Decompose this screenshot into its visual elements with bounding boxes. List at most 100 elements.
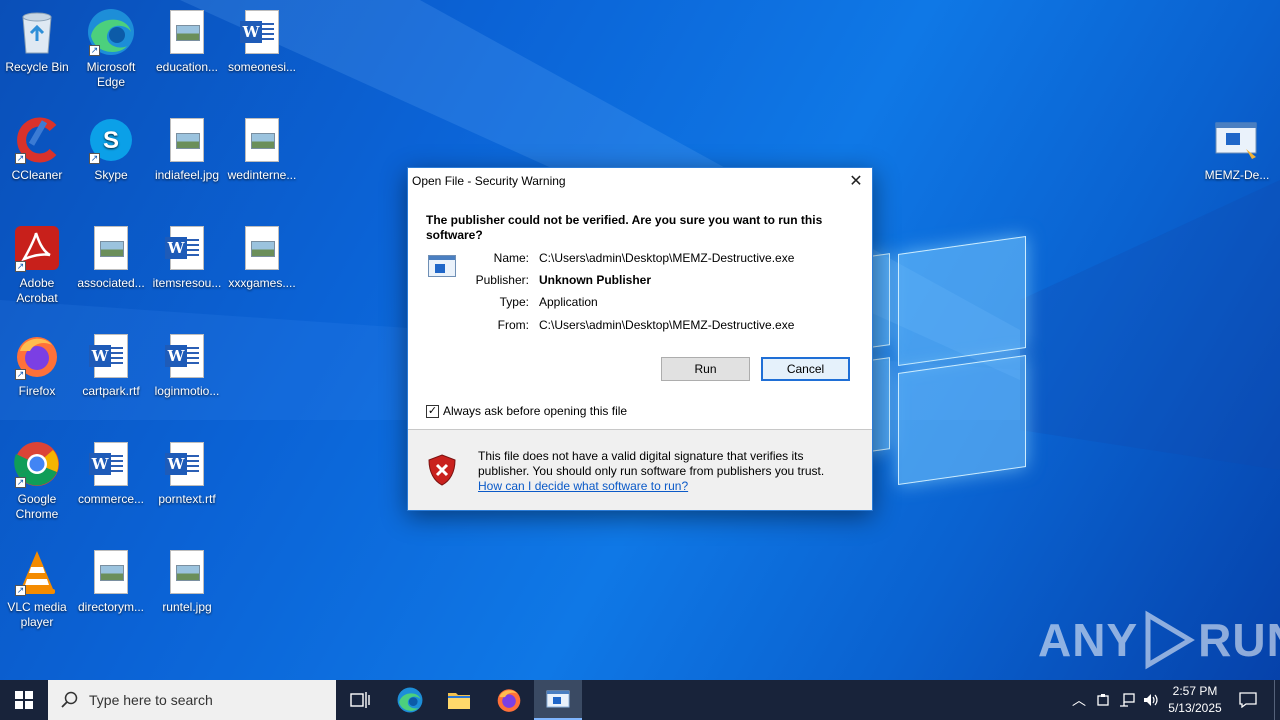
taskbar-file-explorer[interactable]: [434, 680, 484, 720]
desktop-icon-label: MEMZ-De...: [1204, 168, 1270, 182]
usb-device-icon: [1097, 694, 1109, 706]
image-file-icon: [163, 8, 211, 56]
firefox-icon: ↗: [13, 332, 61, 380]
name-label: Name:: [493, 251, 529, 265]
publisher-label: Publisher:: [475, 273, 529, 287]
watermark-text-left: ANY: [1038, 614, 1139, 666]
help-link[interactable]: How can I decide what software to run?: [478, 479, 848, 494]
word-document-icon: W: [163, 224, 211, 272]
desktop-icon-microsoft-edge[interactable]: ↗ Microsoft Edge: [74, 8, 148, 90]
word-document-icon: W: [238, 8, 286, 56]
desktop-icon-wedinterne[interactable]: wedinterne...: [225, 116, 299, 183]
anyrun-watermark: ANY RUN: [1038, 610, 1280, 670]
ccleaner-icon: ↗: [13, 116, 61, 164]
shortcut-arrow-icon: ↗: [15, 477, 26, 488]
play-triangle-icon: [1145, 610, 1196, 670]
cancel-button[interactable]: Cancel: [761, 357, 850, 381]
desktop-icon-label: Adobe Acrobat: [16, 276, 58, 305]
desktop-icon-recycle-bin[interactable]: Recycle Bin: [0, 8, 74, 75]
desktop-icon-label: education...: [155, 60, 219, 74]
start-button[interactable]: [0, 680, 48, 720]
dialog-question: The publisher could not be verified. Are…: [426, 213, 823, 242]
desktop-icon-label: xxxgames....: [228, 276, 296, 290]
image-file-icon: [163, 548, 211, 596]
image-file-icon: [238, 116, 286, 164]
network-button[interactable]: [1116, 680, 1138, 720]
warning-text: This file does not have a valid digital …: [478, 449, 825, 478]
show-hidden-icons-button[interactable]: ︿: [1068, 680, 1090, 720]
shortcut-arrow-icon: ↗: [89, 153, 100, 164]
word-document-icon: W: [163, 332, 211, 380]
desktop-icon-itemsresou[interactable]: W itemsresou...: [150, 224, 224, 291]
search-input[interactable]: Type here to search: [48, 680, 336, 720]
desktop-icon-cartpark[interactable]: W cartpark.rtf: [74, 332, 148, 399]
desktop-icon-someonesi[interactable]: W someonesi...: [225, 8, 299, 75]
network-icon: [1120, 693, 1135, 707]
type-label: Type:: [499, 295, 529, 309]
word-document-icon: W: [163, 440, 211, 488]
desktop-icon-indiafeel[interactable]: indiafeel.jpg: [150, 116, 224, 183]
edge-icon: [397, 687, 423, 713]
desktop-icon-loginmotio[interactable]: W loginmotio...: [150, 332, 224, 399]
clock[interactable]: 2:57 PM 5/13/2025: [1160, 683, 1230, 717]
desktop-icon-label: Google Chrome: [15, 492, 59, 521]
type-value: Application: [539, 295, 598, 309]
desktop-icon-label: Skype: [94, 168, 128, 182]
notifications-button[interactable]: [1232, 680, 1264, 720]
svg-text:S: S: [103, 127, 119, 154]
image-file-icon: [163, 116, 211, 164]
desktop-icon-memz[interactable]: MEMZ-De...: [1200, 116, 1274, 183]
taskbar-firefox[interactable]: [484, 680, 534, 720]
desktop-icon-label: VLC media player: [7, 600, 67, 629]
word-document-icon: W: [87, 440, 135, 488]
tray-device-icon-button[interactable]: [1092, 680, 1114, 720]
run-button[interactable]: Run: [661, 357, 750, 381]
desktop-icon-education[interactable]: education...: [150, 8, 224, 75]
type-row: Type: Application: [408, 295, 598, 309]
acrobat-icon: ↗: [13, 224, 61, 272]
shortcut-arrow-icon: ↗: [89, 45, 100, 56]
always-ask-checkbox[interactable]: ✓: [426, 404, 439, 418]
desktop-icon-associated[interactable]: associated...: [74, 224, 148, 291]
desktop-icon-skype[interactable]: S ↗ Skype: [74, 116, 148, 183]
desktop-icon-runtel[interactable]: runtel.jpg: [150, 548, 224, 615]
vlc-icon: ↗: [13, 548, 61, 596]
show-desktop-button[interactable]: [1274, 680, 1280, 720]
desktop-icon-label: CCleaner: [11, 168, 63, 182]
volume-button[interactable]: [1140, 680, 1162, 720]
image-file-icon: [87, 224, 135, 272]
desktop-icon-porntext[interactable]: W porntext.rtf: [150, 440, 224, 507]
publisher-value: Unknown Publisher: [539, 273, 652, 287]
desktop-icon-label: cartpark.rtf: [82, 384, 140, 398]
name-value: C:\Users\admin\Desktop\MEMZ-Destructive.…: [539, 251, 795, 265]
folder-icon: [448, 693, 470, 709]
from-value: C:\Users\admin\Desktop\MEMZ-Destructive.…: [539, 318, 795, 332]
desktop-icon-directorym[interactable]: directorym...: [74, 548, 148, 615]
desktop-icon-label: someonesi...: [227, 60, 297, 74]
desktop-icon-label: porntext.rtf: [158, 492, 216, 506]
warning-text-block: This file does not have a valid digital …: [478, 449, 848, 494]
desktop-icon-vlc-media-player[interactable]: ↗ VLC media player: [0, 548, 74, 630]
clock-time: 2:57 PM: [1172, 684, 1218, 698]
chrome-icon: ↗: [13, 440, 61, 488]
image-file-icon: [87, 548, 135, 596]
desktop-icon-firefox[interactable]: ↗ Firefox: [0, 332, 74, 399]
edge-icon: ↗: [87, 8, 135, 56]
always-ask-checkbox-row[interactable]: ✓ Always ask before opening this file: [426, 404, 627, 418]
desktop-icon-xxxgames[interactable]: xxxgames....: [225, 224, 299, 291]
desktop-icon-ccleaner[interactable]: ↗ CCleaner: [0, 116, 74, 183]
desktop-icon-commerce[interactable]: W commerce...: [74, 440, 148, 507]
desktop-icon-label: loginmotio...: [154, 384, 220, 398]
task-view-button[interactable]: [336, 680, 384, 720]
image-file-icon: [238, 224, 286, 272]
search-icon: [61, 691, 78, 708]
taskbar-edge[interactable]: [386, 680, 434, 720]
desktop-icon-google-chrome[interactable]: ↗ Google Chrome: [0, 440, 74, 522]
close-button[interactable]: ✕: [840, 168, 872, 193]
desktop-icon-adobe-acrobat[interactable]: ↗ Adobe Acrobat: [0, 224, 74, 306]
shortcut-arrow-icon: ↗: [15, 261, 26, 272]
desktop-icon-label: wedinterne...: [227, 168, 297, 182]
desktop-icon-label: commerce...: [77, 492, 144, 506]
watermark-text-right: RUN: [1198, 614, 1280, 666]
taskbar-security-warning-window[interactable]: [534, 680, 582, 720]
